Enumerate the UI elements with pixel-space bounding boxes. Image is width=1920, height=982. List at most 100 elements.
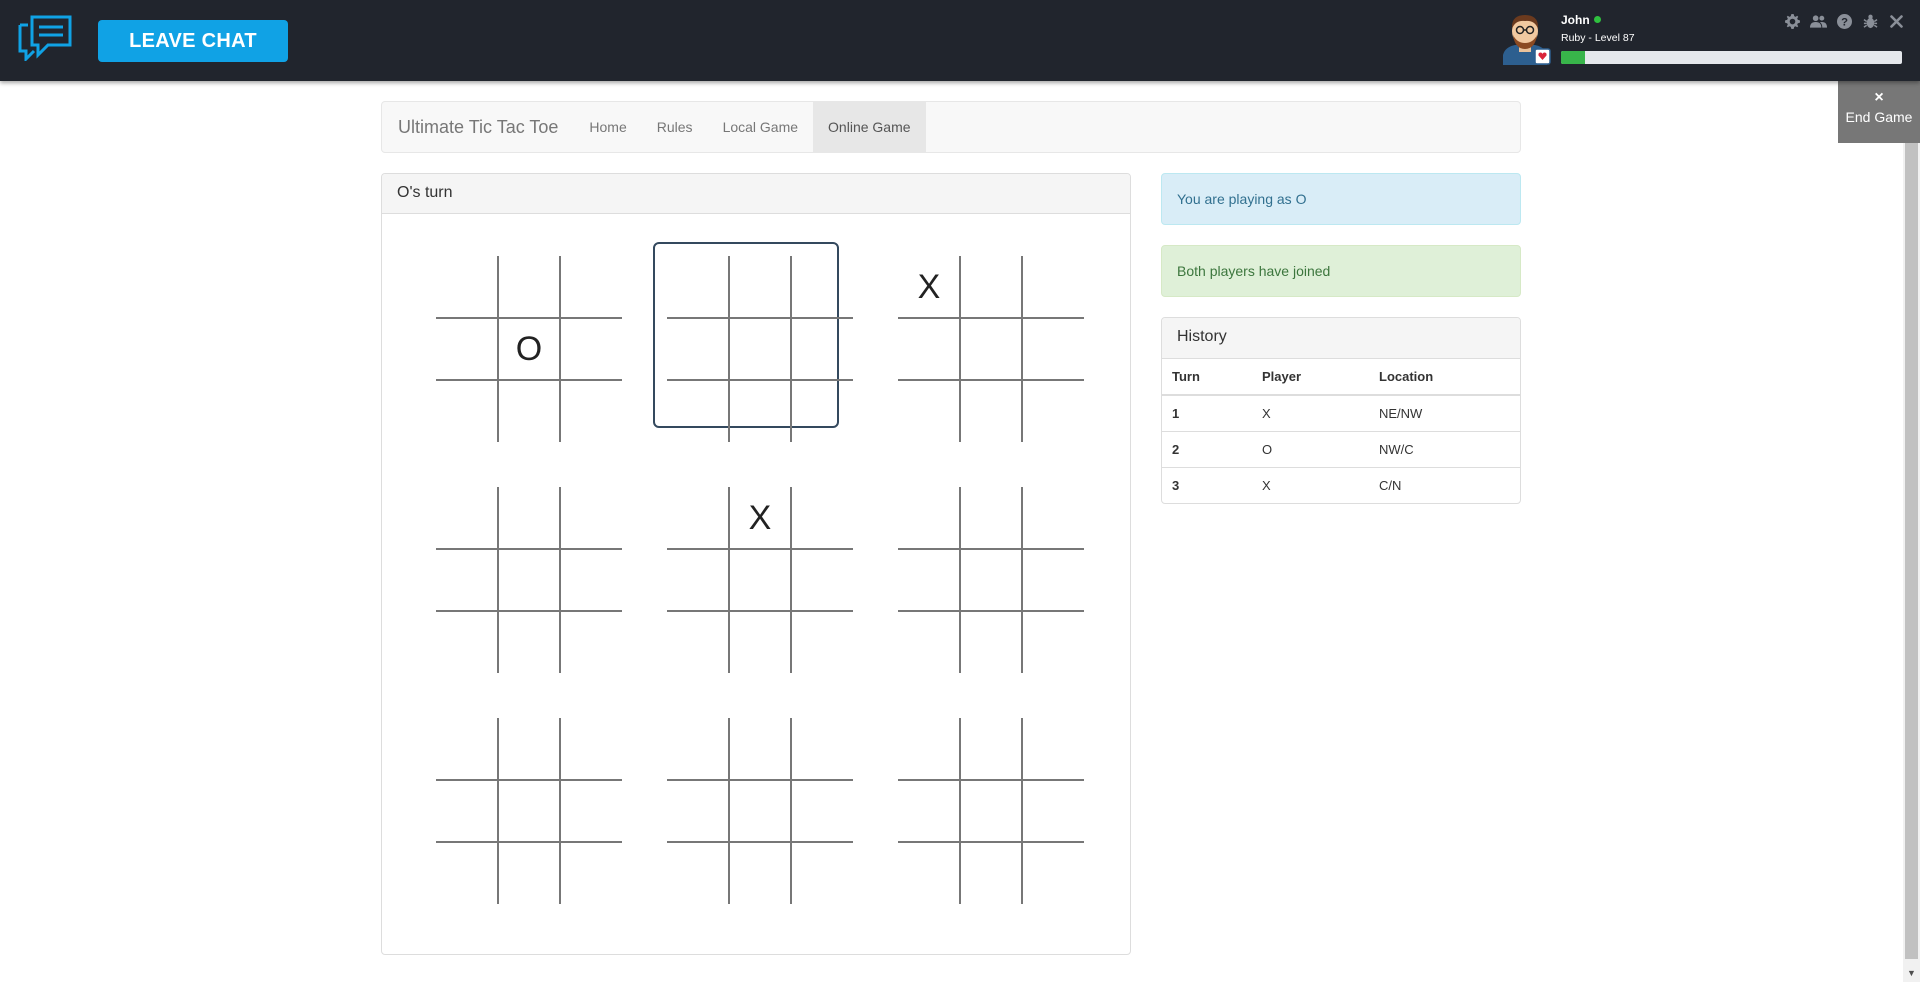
bug-icon[interactable] [1862, 13, 1879, 30]
board-cell-ne-c[interactable] [960, 318, 1022, 380]
board-cell-se-c[interactable] [960, 780, 1022, 842]
board-cell-s-c[interactable] [729, 780, 791, 842]
board-cell-sw-w[interactable] [436, 780, 498, 842]
board-cell-sw-s[interactable] [498, 842, 560, 904]
board-cell-w-n[interactable] [498, 487, 560, 549]
close-icon[interactable] [1888, 13, 1905, 30]
board-cell-s-sw[interactable] [667, 842, 729, 904]
board-cell-s-n[interactable] [729, 718, 791, 780]
board-cell-e-w[interactable] [898, 549, 960, 611]
leave-chat-button[interactable]: LEAVE CHAT [98, 20, 288, 62]
board-cell-e-s[interactable] [960, 611, 1022, 673]
end-game-button[interactable]: × End Game [1838, 81, 1920, 143]
board-cell-e-sw[interactable] [898, 611, 960, 673]
playing-as-alert: You are playing as O [1161, 173, 1521, 225]
nav-online-game[interactable]: Online Game [813, 102, 926, 152]
board-cell-s-e[interactable] [791, 780, 853, 842]
board-cell-se-nw[interactable] [898, 718, 960, 780]
board-cell-n-s[interactable] [729, 380, 791, 442]
board-cell-s-ne[interactable] [791, 718, 853, 780]
board-cell-n-e[interactable] [791, 318, 853, 380]
board-cell-c-e[interactable] [791, 549, 853, 611]
board-cell-ne-nw[interactable]: X [898, 256, 960, 318]
board-cell-e-se[interactable] [1022, 611, 1084, 673]
board-cell-se-se[interactable] [1022, 842, 1084, 904]
board-cell-se-w[interactable] [898, 780, 960, 842]
board-cell-nw-s[interactable] [498, 380, 560, 442]
board-cell-ne-w[interactable] [898, 318, 960, 380]
board-cell-c-w[interactable] [667, 549, 729, 611]
users-icon[interactable] [1810, 13, 1827, 30]
board-cell-n-n[interactable] [729, 256, 791, 318]
board-cell-se-s[interactable] [960, 842, 1022, 904]
nav-local-game[interactable]: Local Game [708, 102, 813, 152]
board-cell-n-ne[interactable] [791, 256, 853, 318]
board-cell-sw-sw[interactable] [436, 842, 498, 904]
board-cell-w-e[interactable] [560, 549, 622, 611]
board-cell-sw-nw[interactable] [436, 718, 498, 780]
help-icon[interactable]: ? [1836, 13, 1853, 30]
board-cell-w-w[interactable] [436, 549, 498, 611]
board-cell-ne-n[interactable] [960, 256, 1022, 318]
board-cell-nw-sw[interactable] [436, 380, 498, 442]
mini-board-ne: X [884, 242, 1084, 442]
gear-icon[interactable] [1784, 13, 1801, 30]
board-cell-s-se[interactable] [791, 842, 853, 904]
board-cell-ne-ne[interactable] [1022, 256, 1084, 318]
board-cell-nw-n[interactable] [498, 256, 560, 318]
board-cell-e-nw[interactable] [898, 487, 960, 549]
board-cell-c-se[interactable] [791, 611, 853, 673]
board-cell-n-se[interactable] [791, 380, 853, 442]
nav-home[interactable]: Home [574, 102, 641, 152]
board-cell-sw-e[interactable] [560, 780, 622, 842]
board-cell-ne-sw[interactable] [898, 380, 960, 442]
chat-logo-icon[interactable] [18, 15, 72, 61]
board-cell-e-c[interactable] [960, 549, 1022, 611]
board-cell-w-nw[interactable] [436, 487, 498, 549]
board-cell-e-e[interactable] [1022, 549, 1084, 611]
board-cell-n-nw[interactable] [667, 256, 729, 318]
board-cell-c-nw[interactable] [667, 487, 729, 549]
board-cell-n-c[interactable] [729, 318, 791, 380]
scroll-thumb[interactable] [1905, 97, 1918, 959]
board-cell-e-ne[interactable] [1022, 487, 1084, 549]
board-cell-nw-e[interactable] [560, 318, 622, 380]
board-cell-w-s[interactable] [498, 611, 560, 673]
board-cell-e-n[interactable] [960, 487, 1022, 549]
board-cell-w-c[interactable] [498, 549, 560, 611]
board-cell-nw-se[interactable] [560, 380, 622, 442]
page-scrollbar[interactable]: ▲ ▼ [1903, 81, 1920, 982]
board-cell-se-e[interactable] [1022, 780, 1084, 842]
scroll-down-arrow-icon[interactable]: ▼ [1903, 966, 1920, 980]
board-cell-c-c[interactable] [729, 549, 791, 611]
board-cell-ne-s[interactable] [960, 380, 1022, 442]
board-cell-se-ne[interactable] [1022, 718, 1084, 780]
board-cell-s-s[interactable] [729, 842, 791, 904]
board-cell-n-w[interactable] [667, 318, 729, 380]
board-cell-s-w[interactable] [667, 780, 729, 842]
board-cell-n-sw[interactable] [667, 380, 729, 442]
board-cell-se-n[interactable] [960, 718, 1022, 780]
board-cell-sw-c[interactable] [498, 780, 560, 842]
board-cell-s-nw[interactable] [667, 718, 729, 780]
board-cell-w-ne[interactable] [560, 487, 622, 549]
board-cell-sw-ne[interactable] [560, 718, 622, 780]
board-cell-sw-n[interactable] [498, 718, 560, 780]
board-cell-nw-w[interactable] [436, 318, 498, 380]
board-cell-c-ne[interactable] [791, 487, 853, 549]
board-cell-se-sw[interactable] [898, 842, 960, 904]
board-cell-nw-c[interactable]: O [498, 318, 560, 380]
board-cell-ne-e[interactable] [1022, 318, 1084, 380]
board-cell-w-sw[interactable] [436, 611, 498, 673]
board-cell-nw-nw[interactable] [436, 256, 498, 318]
board-cell-nw-ne[interactable] [560, 256, 622, 318]
board-cell-sw-se[interactable] [560, 842, 622, 904]
avatar[interactable] [1499, 11, 1551, 65]
board-cell-c-n[interactable]: X [729, 487, 791, 549]
nav-rules[interactable]: Rules [642, 102, 708, 152]
site-brand[interactable]: Ultimate Tic Tac Toe [382, 102, 574, 152]
board-cell-c-sw[interactable] [667, 611, 729, 673]
board-cell-ne-se[interactable] [1022, 380, 1084, 442]
board-cell-c-s[interactable] [729, 611, 791, 673]
board-cell-w-se[interactable] [560, 611, 622, 673]
